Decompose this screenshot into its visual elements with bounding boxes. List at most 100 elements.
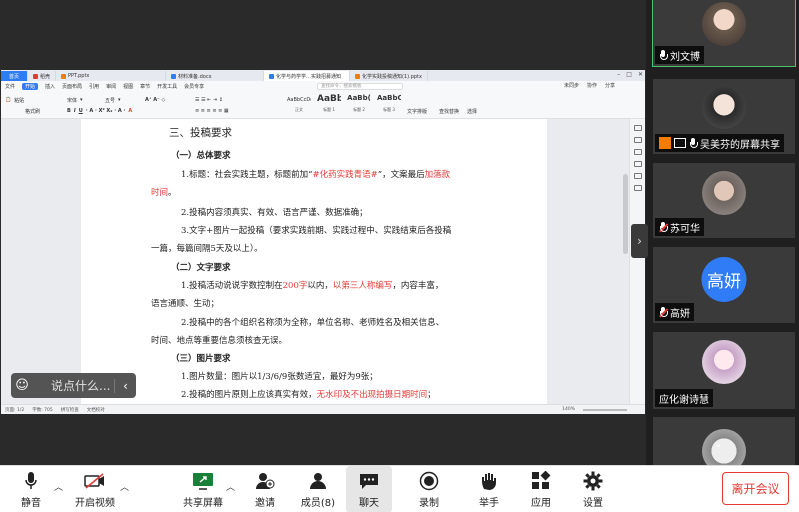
participant-tile[interactable]: 刘文博 — [652, 0, 796, 67]
shape-icon[interactable] — [633, 149, 642, 155]
chevron-up-icon[interactable]: ︿ — [120, 480, 129, 493]
align-icons[interactable]: ≡ ≡ ≡ ≡ ≡ ▦ — [195, 107, 229, 115]
menu-insert[interactable]: 插入 — [45, 83, 55, 90]
font-size-select[interactable]: 五号 ▾ — [105, 96, 121, 104]
chevron-up-icon[interactable]: ︿ — [54, 480, 63, 493]
members-button[interactable]: 成员(8) — [300, 466, 336, 512]
start-video-button[interactable]: 开启视频 — [72, 466, 118, 512]
grid-icon[interactable] — [633, 185, 642, 191]
menu-view[interactable]: 视图 — [123, 83, 133, 90]
meeting-window: 首页 稻壳 PPT.pptx 材料准备.docx 化学与药学学…实践招募通知 化… — [0, 0, 799, 512]
leave-meeting-button[interactable]: 离开会议 — [722, 472, 789, 505]
pen-icon[interactable] — [633, 125, 642, 131]
style-normal[interactable]: AaBbCcDd — [287, 94, 311, 106]
tab-submission-pptx[interactable]: 化学实践投稿通知(1).pptx — [350, 71, 428, 81]
menu-chapter[interactable]: 章节 — [140, 83, 150, 90]
raise-hand-button[interactable]: 举手 — [474, 466, 504, 512]
microphone-icon — [20, 471, 42, 491]
find-replace-button[interactable]: 查找替换 — [439, 107, 459, 115]
maximize-icon[interactable]: □ — [626, 71, 632, 78]
chat-input-bar[interactable]: ☺ 说点什么... ‹ — [11, 373, 136, 398]
participant-tile[interactable]: 应化谢诗慧 — [653, 332, 795, 409]
tab-docer[interactable]: 稻壳 — [28, 71, 57, 81]
menu-file[interactable]: 文件 — [5, 83, 15, 90]
tab-material-docx[interactable]: 材料准备.docx — [166, 71, 265, 81]
menu-review[interactable]: 审阅 — [106, 83, 116, 90]
zoom-slider[interactable] — [583, 409, 627, 411]
style-h3[interactable]: AaBbC( — [377, 94, 401, 106]
participant-tile[interactable]: 高妍 高妍 — [653, 247, 795, 323]
chat-button[interactable]: 聊天 — [346, 466, 392, 512]
sync-status[interactable]: 未同步 — [564, 82, 579, 89]
emoji-icon[interactable]: ☺ — [11, 373, 33, 398]
word-icon — [269, 73, 275, 79]
document-page[interactable]: 三、投稿要求 （一）总体要求 1.标题：社会实践主题，标题前加“#化药实践青语#… — [81, 119, 547, 404]
pointer-icon[interactable] — [633, 137, 642, 143]
participant-namebar: 吴美芬的屏幕共享 — [655, 134, 784, 152]
mic-icon — [659, 49, 668, 61]
style-h2[interactable]: AaBb( — [347, 94, 371, 106]
text-layout-button[interactable]: 文字排版 — [407, 107, 427, 115]
participant-tile[interactable]: 苏可华 — [653, 163, 795, 238]
select-button[interactable]: 选择 — [467, 107, 477, 115]
close-icon[interactable]: ✕ — [638, 71, 643, 78]
settings-button[interactable]: 设置 — [578, 466, 608, 512]
command-search[interactable]: 查找命令、搜索模板 — [317, 83, 403, 90]
record-button[interactable]: 录制 — [414, 466, 444, 512]
font-select[interactable]: 宋体 ▾ — [67, 96, 83, 104]
tab-home[interactable]: 首页 — [1, 71, 29, 81]
participant-name: 高妍 — [670, 308, 690, 320]
tab-notice-docx[interactable]: 化学与药学学…实践招募通知 — [264, 71, 351, 81]
spell-check[interactable]: 拼写检查 — [61, 407, 79, 413]
invite-button[interactable]: 邀请 — [250, 466, 280, 512]
panel-toggle-handle[interactable]: › — [631, 224, 648, 258]
font-grow-icon[interactable]: A⁺ A⁻ ◇ — [145, 96, 165, 104]
participant-tile[interactable]: ⌄ — [653, 417, 795, 465]
participant-name: 苏可华 — [670, 223, 700, 235]
menu-layout[interactable]: 页面布局 — [62, 83, 82, 90]
invite-label: 邀请 — [255, 497, 275, 509]
format-painter[interactable]: 格式刷 — [25, 107, 40, 115]
participant-tile[interactable]: 吴美芬的屏幕共享 — [653, 79, 795, 154]
ribbon-tools: 📋 粘贴 宋体 ▾ 五号 ▾ A⁺ A⁻ ◇ ☰ ☰ ⇤ ⇥ ↕ B I U · A … — [5, 94, 477, 116]
format-icons[interactable]: B I U · A · X² X₂ · A · A — [67, 107, 132, 115]
help-icon[interactable] — [633, 161, 642, 167]
share-button[interactable]: 分享 — [605, 82, 615, 89]
window-controls: – □ ✕ — [617, 71, 643, 78]
user-icon — [659, 137, 671, 149]
menu-references[interactable]: 引用 — [89, 83, 99, 90]
status-bar: 页面: 1/2 字数: 705 拼写检查 文档校对 140% — [1, 404, 645, 414]
share-screen-button[interactable]: 共享屏幕 — [182, 466, 224, 512]
ribbon: 文件 开始 插入 页面布局 引用 审阅 视图 章节 开发工具 会员专享 查找命令… — [1, 81, 645, 119]
meeting-toolbar: 静音 ︿ 开启视频 ︿ 共享屏幕 ︿ 邀请 成员(8) 聊天 录制 举手 应用 … — [0, 465, 799, 512]
menu-member[interactable]: 会员专享 — [184, 83, 204, 90]
document-scrollbar[interactable] — [623, 174, 628, 254]
video-thumbnail — [702, 171, 746, 215]
scroll-down-icon[interactable]: ⌄ — [714, 439, 722, 450]
find-replace-label: 查找替换 — [439, 108, 460, 115]
apps-button[interactable]: 应用 — [526, 466, 556, 512]
paste-button[interactable]: 📋 粘贴 — [5, 96, 24, 104]
collab-button[interactable]: 协作 — [587, 82, 597, 89]
list-icons[interactable]: ☰ ☰ ⇤ ⇥ ↕ — [195, 96, 223, 104]
menu-developer[interactable]: 开发工具 — [157, 83, 177, 90]
zoom-level[interactable]: 140% — [562, 407, 575, 412]
video-thumbnail — [702, 85, 746, 129]
ppt-icon — [61, 73, 67, 79]
menu-start[interactable]: 开始 — [22, 82, 39, 90]
chat-input[interactable]: 说点什么... — [33, 377, 114, 394]
style-h1[interactable]: AaBb — [317, 94, 341, 106]
chevron-up-icon[interactable]: ︿ — [226, 480, 235, 493]
minimize-icon[interactable]: – — [617, 71, 620, 78]
style-labels: 正文 标题 1 标题 2 标题 3 — [287, 107, 401, 113]
participant-list: 刘文博 吴美芬的屏幕共享 苏可华 高妍 高妍 应化谢诗慧 ⌄ — [651, 0, 799, 465]
avatar — [702, 429, 746, 465]
doc-proof[interactable]: 文档校对 — [87, 407, 105, 413]
tab-ppt[interactable]: PPT.pptx — [56, 71, 167, 81]
participant-name: 应化谢诗慧 — [659, 394, 709, 406]
collapse-icon[interactable]: ‹ — [114, 378, 136, 393]
table-icon[interactable] — [633, 173, 642, 179]
mute-button[interactable]: 静音 — [14, 466, 48, 512]
para-2: 2.投稿内容须真实、有效、语言严谨、数据准确； — [181, 208, 368, 218]
initials-avatar: 高妍 — [701, 257, 747, 302]
